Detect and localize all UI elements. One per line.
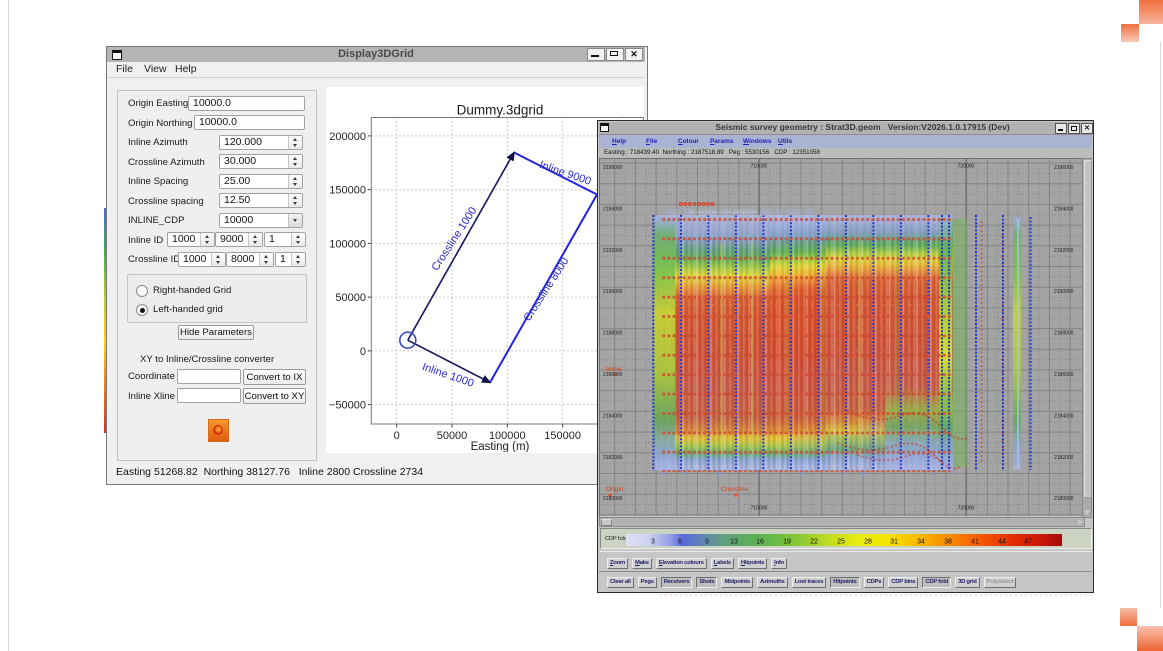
svg-text:0: 0	[360, 346, 366, 358]
svg-text:2190000: 2190000	[603, 289, 623, 295]
svg-text:710000: 710000	[751, 164, 768, 170]
svg-text:2194000: 2194000	[1054, 206, 1074, 212]
svg-text:16: 16	[756, 539, 764, 546]
svg-text:9: 9	[705, 539, 709, 546]
svg-text:2188000: 2188000	[1054, 331, 1074, 337]
svg-text:31: 31	[890, 539, 898, 546]
svg-text:2196000: 2196000	[603, 165, 623, 171]
svg-text:Easting (m): Easting (m)	[471, 441, 530, 452]
svg-text:Dummy.3dgrid: Dummy.3dgrid	[457, 103, 544, 118]
svg-text:−50000: −50000	[329, 400, 366, 412]
svg-text:41: 41	[971, 539, 979, 546]
svg-text:Crossline: Crossline	[721, 486, 748, 493]
svg-text:200000: 200000	[329, 131, 366, 143]
svg-text:720000: 720000	[958, 164, 975, 170]
svg-text:50000: 50000	[335, 292, 366, 304]
svg-text:2180000: 2180000	[1054, 496, 1074, 502]
svg-text:2196000: 2196000	[1054, 165, 1074, 171]
svg-text:28: 28	[864, 539, 872, 546]
svg-text:25: 25	[837, 539, 845, 546]
svg-text:22: 22	[810, 539, 818, 546]
svg-text:100000: 100000	[329, 238, 366, 250]
svg-text:44: 44	[998, 539, 1006, 546]
svg-text:2184000: 2184000	[1054, 413, 1074, 419]
svg-text:0: 0	[394, 430, 400, 442]
svg-text:2186000: 2186000	[1054, 372, 1074, 378]
svg-text:710000: 710000	[751, 506, 768, 512]
svg-text:Origin: Origin	[606, 486, 624, 493]
svg-text:2186000: 2186000	[603, 372, 623, 378]
svg-text:2194000: 2194000	[603, 206, 623, 212]
svg-text:720000: 720000	[958, 506, 975, 512]
svg-text:2192000: 2192000	[603, 248, 623, 254]
svg-text:38: 38	[944, 539, 952, 546]
svg-text:2184000: 2184000	[603, 413, 623, 419]
svg-text:2190000: 2190000	[1054, 289, 1074, 295]
svg-text:19: 19	[783, 539, 791, 546]
svg-text:3: 3	[651, 539, 655, 546]
svg-text:2180000: 2180000	[603, 496, 623, 502]
svg-text:2192000: 2192000	[1054, 248, 1074, 254]
svg-text:50000: 50000	[437, 430, 468, 442]
svg-text:2182000: 2182000	[1054, 455, 1074, 461]
svg-text:6: 6	[678, 539, 682, 546]
svg-text:150000: 150000	[544, 430, 581, 442]
svg-text:34: 34	[917, 539, 925, 546]
svg-text:2188000: 2188000	[603, 331, 623, 337]
svg-text:13: 13	[730, 539, 738, 546]
svg-text:150000: 150000	[329, 185, 366, 197]
svg-text:2182000: 2182000	[603, 455, 623, 461]
svg-text:47: 47	[1024, 539, 1032, 546]
